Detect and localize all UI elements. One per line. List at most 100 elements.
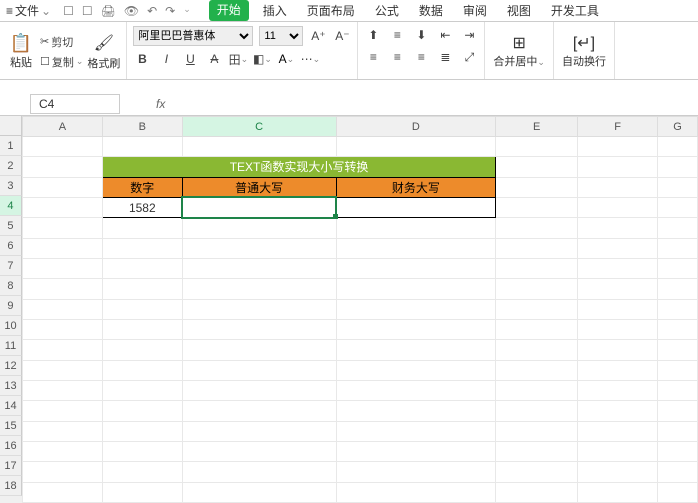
bold-button[interactable]: B [133,50,151,68]
cell-E10[interactable] [496,319,578,339]
row-header-4[interactable]: 4 [0,196,22,216]
cell-F10[interactable] [578,319,658,339]
cell-B6[interactable] [102,238,182,258]
cell-C5[interactable] [182,218,336,238]
cell-D7[interactable] [336,258,496,278]
row-header-14[interactable]: 14 [0,396,22,416]
cell-G6[interactable] [658,238,698,258]
align-middle-icon[interactable]: ≡ [388,26,406,44]
merge-center-button[interactable]: ⊞ 合并居中⌄ [485,22,554,79]
col-header-F[interactable]: F [578,117,658,137]
cell-C6[interactable] [182,238,336,258]
cell-E17[interactable] [496,462,578,482]
row-header-18[interactable]: 18 [0,476,22,496]
cell-F14[interactable] [578,401,658,421]
cell-E16[interactable] [496,441,578,461]
cell-F12[interactable] [578,360,658,380]
cell-A7[interactable] [22,258,102,278]
cell-C17[interactable] [182,462,336,482]
cell-D12[interactable] [336,360,496,380]
cell-B14[interactable] [102,401,182,421]
cell-F18[interactable] [578,482,658,502]
cell-A17[interactable] [22,462,102,482]
cell-E18[interactable] [496,482,578,502]
cell-D5[interactable] [336,218,496,238]
cell-G12[interactable] [658,360,698,380]
tab-formula[interactable]: 公式 [369,0,405,21]
tab-dev[interactable]: 开发工具 [545,0,605,21]
cell-D16[interactable] [336,441,496,461]
col-header-E[interactable]: E [496,117,578,137]
cell-B15[interactable] [102,421,182,441]
cell-E9[interactable] [496,299,578,319]
cell-B1[interactable] [102,137,182,157]
col-header-B[interactable]: B [102,117,182,137]
header-h1[interactable]: 数字 [102,177,182,197]
indent-left-icon[interactable]: ⇤ [436,26,454,44]
increase-font-icon[interactable]: A⁺ [309,27,327,45]
cell-C13[interactable] [182,380,336,400]
save-icon[interactable]: ☐ [63,4,74,18]
row-header-15[interactable]: 15 [0,416,22,436]
row-header-17[interactable]: 17 [0,456,22,476]
name-box[interactable]: C4 [30,94,120,114]
cell-D15[interactable] [336,421,496,441]
cell-F11[interactable] [578,340,658,360]
cell-F5[interactable] [578,218,658,238]
formula-input[interactable] [173,94,698,114]
cell-G13[interactable] [658,380,698,400]
copy-button[interactable]: ☐复制⌄ [40,54,83,70]
cell-D18[interactable] [336,482,496,502]
cell-D8[interactable] [336,279,496,299]
cell-F9[interactable] [578,299,658,319]
cell-B17[interactable] [102,462,182,482]
align-right-icon[interactable]: ≡ [412,48,430,66]
cell-D11[interactable] [336,340,496,360]
cell-F6[interactable] [578,238,658,258]
cell-E15[interactable] [496,421,578,441]
underline-button[interactable]: U [181,50,199,68]
more-icon[interactable]: ⌄ [183,4,191,18]
cell-C11[interactable] [182,340,336,360]
cell-A16[interactable] [22,441,102,461]
cell-A14[interactable] [22,401,102,421]
align-bottom-icon[interactable]: ⬇ [412,26,430,44]
cell-A15[interactable] [22,421,102,441]
cell-A6[interactable] [22,238,102,258]
row-header-8[interactable]: 8 [0,276,22,296]
header-h3[interactable]: 财务大写 [336,177,496,197]
col-header-D[interactable]: D [336,117,496,137]
fx-icon[interactable]: fx [148,97,173,111]
cell-B16[interactable] [102,441,182,461]
cell-B5[interactable] [102,218,182,238]
row-header-2[interactable]: 2 [0,156,22,176]
cell-D17[interactable] [336,462,496,482]
cell-G7[interactable] [658,258,698,278]
cell-G8[interactable] [658,279,698,299]
print-icon[interactable]: 🖨 [101,4,116,18]
cell-D10[interactable] [336,319,496,339]
cell-B7[interactable] [102,258,182,278]
cell-A5[interactable] [22,218,102,238]
cell-F13[interactable] [578,380,658,400]
cell-E13[interactable] [496,380,578,400]
cell-B11[interactable] [102,340,182,360]
wrap-text-button[interactable]: [↵] 自动换行 [554,22,615,79]
cell-A18[interactable] [22,482,102,502]
cell-E7[interactable] [496,258,578,278]
cell-G10[interactable] [658,319,698,339]
paste-button[interactable]: 📋 粘贴 [6,33,36,70]
cell-F7[interactable] [578,258,658,278]
cell-B13[interactable] [102,380,182,400]
cell-A11[interactable] [22,340,102,360]
indent-right-icon[interactable]: ⇥ [460,26,478,44]
cell-C4[interactable] [182,197,336,217]
row-header-5[interactable]: 5 [0,216,22,236]
more-font-button[interactable]: ⋯⌄ [301,50,319,68]
file-menu[interactable]: ≡文件⌄ [0,0,57,21]
cell-C12[interactable] [182,360,336,380]
cell-A1[interactable] [22,137,102,157]
cell-E12[interactable] [496,360,578,380]
border-button[interactable]: 田⌄ [229,50,247,68]
cell-E8[interactable] [496,279,578,299]
